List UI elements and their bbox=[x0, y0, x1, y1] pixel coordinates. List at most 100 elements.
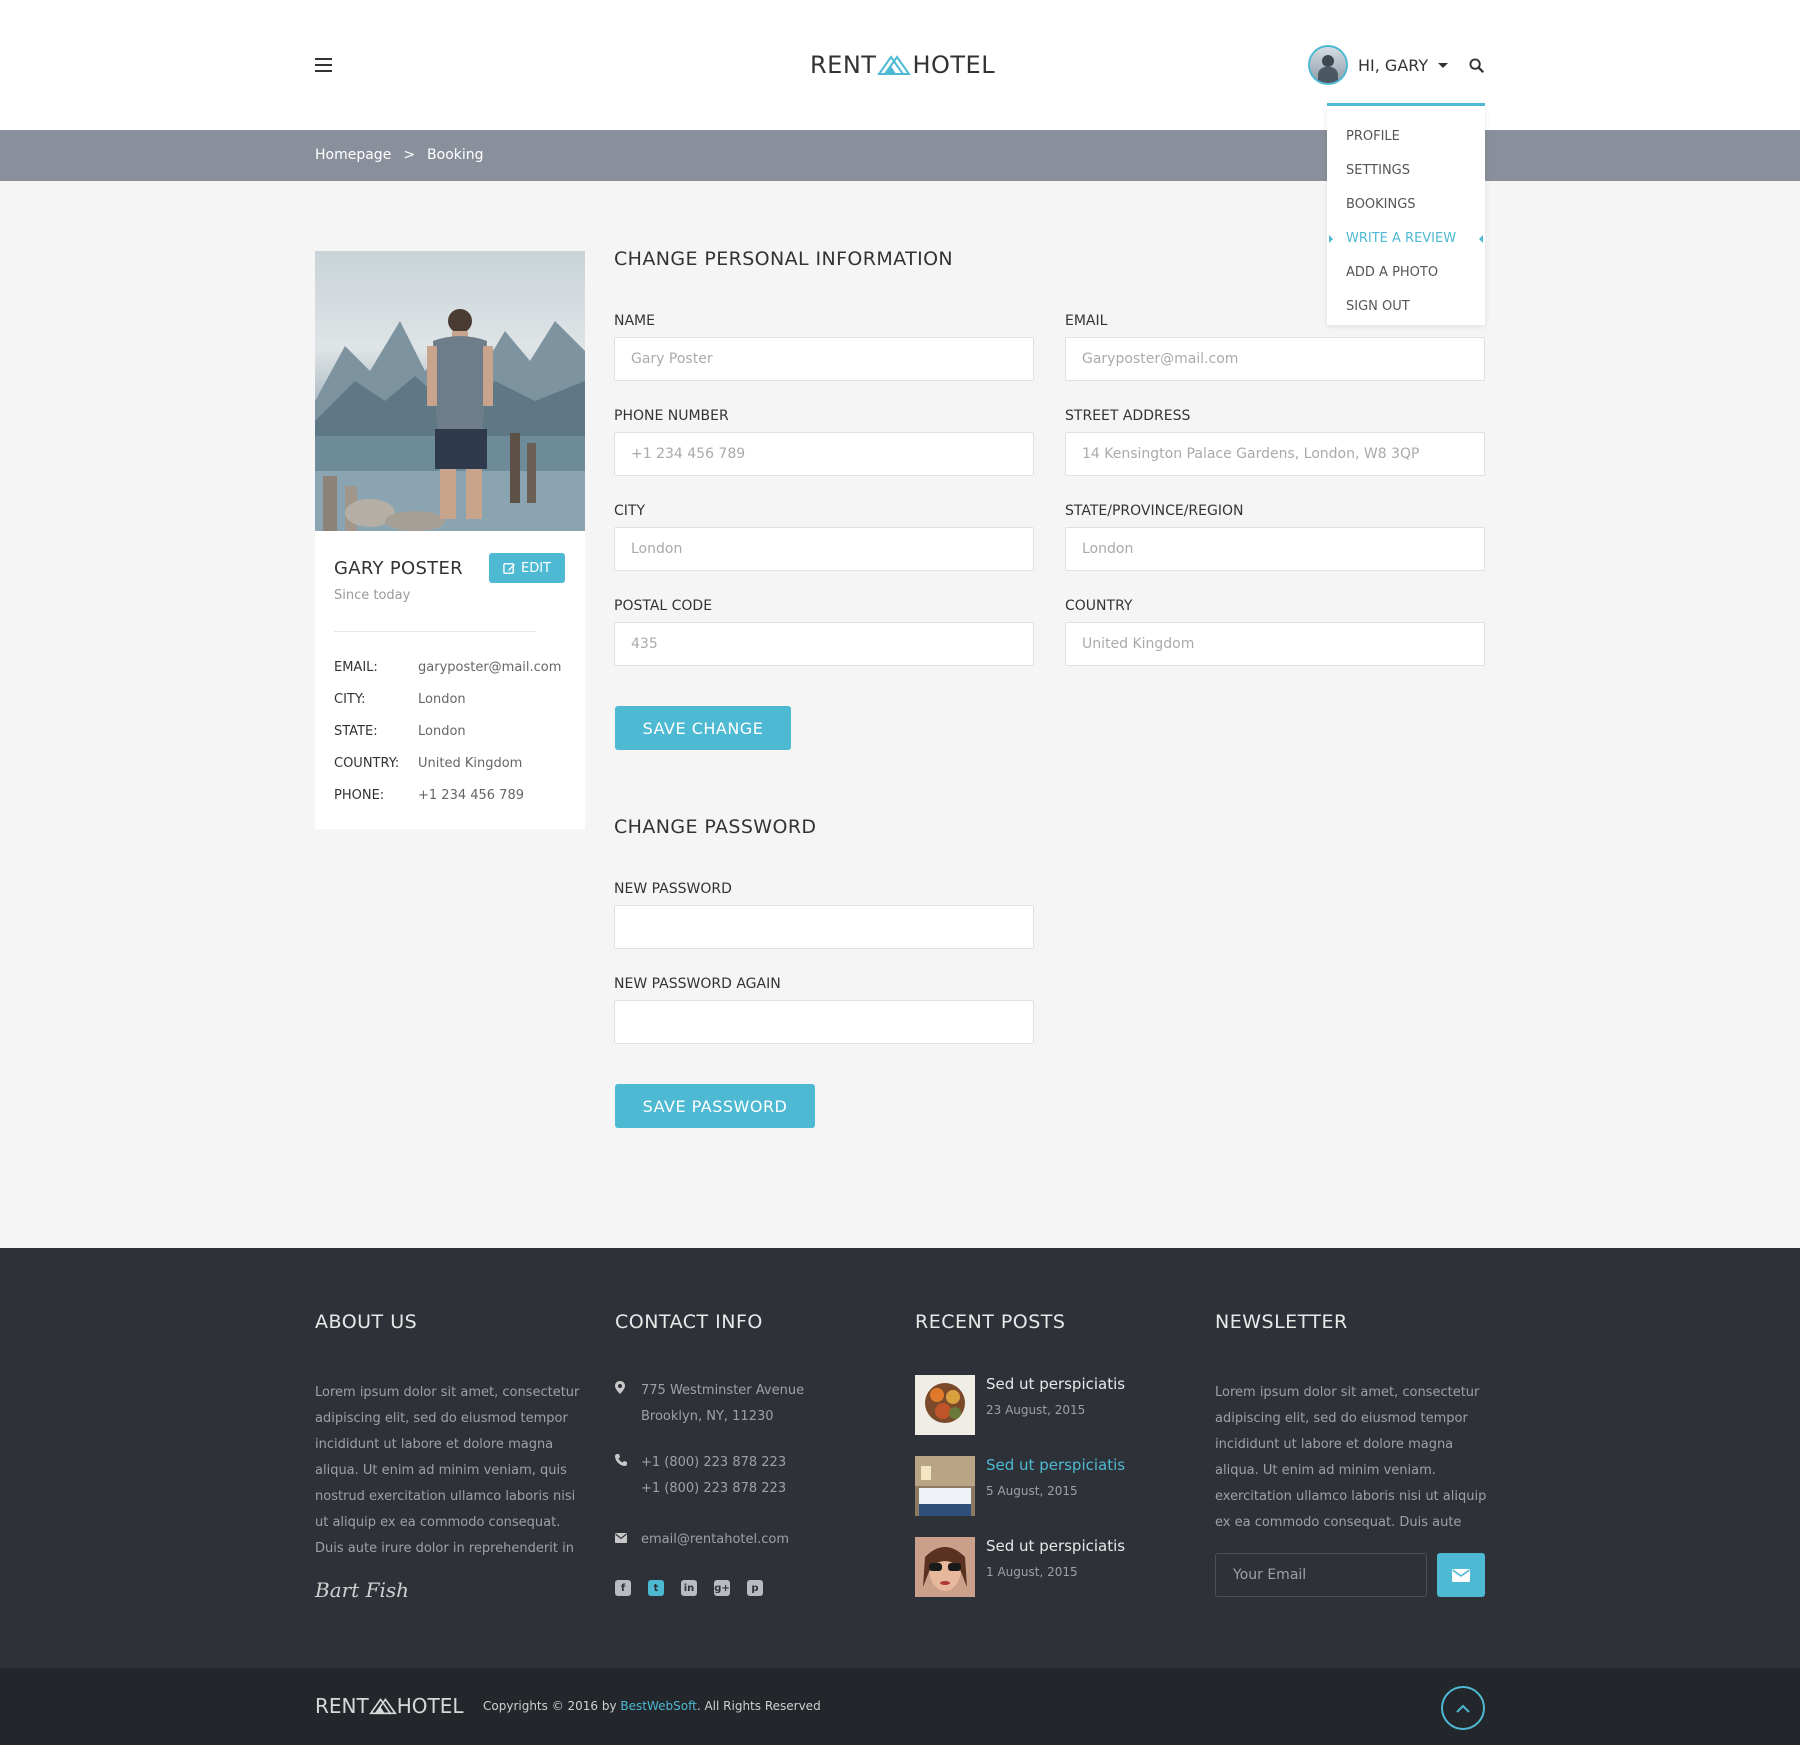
info-key: EMAIL: bbox=[334, 659, 378, 675]
city-field[interactable]: London bbox=[614, 527, 1034, 571]
logo-text-right: HOTEL bbox=[396, 1694, 464, 1718]
menu-item-write-review[interactable]: WRITE A REVIEW bbox=[1327, 222, 1485, 256]
info-value: London bbox=[418, 723, 466, 739]
contact-phones: +1 (800) 223 878 223 +1 (800) 223 878 22… bbox=[615, 1450, 786, 1502]
profile-photo-scene bbox=[315, 309, 585, 531]
profile-name: GARY POSTER bbox=[334, 558, 463, 579]
site-header: RENT HOTEL HI, GARY bbox=[0, 0, 1800, 130]
menu-item-add-photo[interactable]: ADD A PHOTO bbox=[1327, 256, 1485, 290]
facebook-icon[interactable]: f bbox=[615, 1580, 631, 1596]
phone-line-2: +1 (800) 223 878 223 bbox=[641, 1481, 787, 1496]
email-field[interactable]: Garyposter@mail.com bbox=[1065, 337, 1485, 381]
recent-posts-title: RECENT POSTS bbox=[915, 1311, 1066, 1333]
breadcrumb: Homepage > Booking bbox=[315, 147, 484, 163]
name-field[interactable]: Gary Poster bbox=[614, 337, 1034, 381]
copyright-brand-link[interactable]: BestWebSoft bbox=[620, 1699, 696, 1713]
menu-item-settings[interactable]: SETTINGS bbox=[1327, 154, 1485, 188]
about-title: ABOUT US bbox=[315, 1311, 418, 1333]
recent-post[interactable]: Sed ut perspiciatis 1 August, 2015 bbox=[915, 1537, 1165, 1597]
contact-email-link[interactable]: email@rentahotel.com bbox=[641, 1527, 789, 1553]
address-line-1: 775 Westminster Avenue bbox=[641, 1383, 805, 1398]
contact-title: CONTACT INFO bbox=[615, 1311, 763, 1333]
address-line-2: Brooklyn, NY, 11230 bbox=[641, 1409, 774, 1424]
divider bbox=[334, 631, 536, 632]
post-title[interactable]: Sed ut perspiciatis bbox=[986, 1537, 1125, 1555]
breadcrumb-bar: Homepage > Booking bbox=[0, 130, 1800, 181]
pinterest-icon[interactable]: p bbox=[747, 1580, 763, 1596]
post-thumbnail[interactable] bbox=[915, 1456, 975, 1516]
twitter-icon[interactable]: t bbox=[648, 1580, 664, 1596]
copyright: Copyrights © 2016 by BestWebSoft. All Ri… bbox=[483, 1699, 821, 1713]
post-title[interactable]: Sed ut perspiciatis bbox=[986, 1375, 1125, 1393]
street-field[interactable]: 14 Kensington Palace Gardens, London, W8… bbox=[1065, 432, 1485, 476]
recent-post[interactable]: Sed ut perspiciatis 23 August, 2015 bbox=[915, 1375, 1165, 1435]
personal-info-title: CHANGE PERSONAL INFORMATION bbox=[614, 248, 954, 270]
edit-button-label: EDIT bbox=[521, 560, 551, 576]
info-key: CITY: bbox=[334, 691, 366, 707]
post-date: 1 August, 2015 bbox=[986, 1565, 1078, 1579]
signature: Bart Fish bbox=[315, 1578, 409, 1602]
menu-item-bookings[interactable]: BOOKINGS bbox=[1327, 188, 1485, 222]
postal-label: POSTAL CODE bbox=[614, 598, 713, 614]
contact-address: 775 Westminster Avenue Brooklyn, NY, 112… bbox=[615, 1378, 804, 1430]
avatar[interactable] bbox=[1308, 45, 1348, 85]
post-thumbnail[interactable] bbox=[915, 1375, 975, 1435]
state-label: STATE/PROVINCE/REGION bbox=[1065, 503, 1244, 519]
email-label: EMAIL bbox=[1065, 313, 1108, 329]
state-field[interactable]: London bbox=[1065, 527, 1485, 571]
save-password-button[interactable]: SAVE PASSWORD bbox=[615, 1084, 815, 1128]
site-footer: ABOUT US Lorem ipsum dolor sit amet, con… bbox=[0, 1248, 1800, 1668]
newsletter-email-input[interactable]: Your Email bbox=[1215, 1553, 1427, 1597]
postal-field[interactable]: 435 bbox=[614, 622, 1034, 666]
google-plus-icon[interactable]: g+ bbox=[714, 1580, 730, 1596]
envelope-icon bbox=[1452, 1568, 1470, 1582]
caret-down-icon[interactable] bbox=[1438, 62, 1449, 68]
menu-item-sign-out[interactable]: SIGN OUT bbox=[1327, 290, 1485, 324]
info-key: COUNTRY: bbox=[334, 755, 400, 771]
post-title[interactable]: Sed ut perspiciatis bbox=[986, 1456, 1125, 1474]
menu-item-profile[interactable]: PROFILE bbox=[1327, 120, 1485, 154]
newsletter-text: Lorem ipsum dolor sit amet, consectetur … bbox=[1215, 1385, 1487, 1530]
info-row-email: EMAIL: garyposter@mail.com bbox=[334, 651, 574, 683]
country-field[interactable]: United Kingdom bbox=[1065, 622, 1485, 666]
profile-photo bbox=[315, 251, 585, 531]
edit-profile-button[interactable]: EDIT bbox=[489, 553, 565, 583]
post-thumbnail[interactable] bbox=[915, 1537, 975, 1597]
info-key: PHONE: bbox=[334, 787, 385, 803]
social-links: f t in g+ p bbox=[615, 1580, 763, 1596]
menu-icon[interactable] bbox=[315, 58, 332, 72]
change-password-title: CHANGE PASSWORD bbox=[614, 816, 817, 838]
site-logo[interactable]: RENT HOTEL bbox=[810, 50, 995, 80]
recent-post[interactable]: Sed ut perspiciatis 5 August, 2015 bbox=[915, 1456, 1165, 1516]
linkedin-icon[interactable]: in bbox=[681, 1580, 697, 1596]
newsletter-title: NEWSLETTER bbox=[1215, 1311, 1348, 1333]
info-value: +1 234 456 789 bbox=[418, 787, 524, 803]
new-password-field[interactable] bbox=[614, 905, 1034, 949]
back-to-top-button[interactable] bbox=[1441, 1686, 1485, 1730]
info-value: United Kingdom bbox=[418, 755, 523, 771]
phone-field[interactable]: +1 234 456 789 bbox=[614, 432, 1034, 476]
search-icon[interactable] bbox=[1469, 58, 1484, 73]
bottom-bar: RENT HOTEL Copyrights © 2016 by BestWebS… bbox=[0, 1668, 1800, 1745]
newsletter-submit-button[interactable] bbox=[1437, 1553, 1485, 1597]
new-password-again-label: NEW PASSWORD AGAIN bbox=[614, 976, 781, 992]
new-password-again-field[interactable] bbox=[614, 1000, 1034, 1044]
logo-text-right: HOTEL bbox=[912, 51, 996, 79]
city-label: CITY bbox=[614, 503, 646, 519]
user-dropdown-menu: PROFILE SETTINGS BOOKINGS WRITE A REVIEW… bbox=[1327, 103, 1485, 325]
info-value: London bbox=[418, 691, 466, 707]
user-greeting[interactable]: HI, GARY bbox=[1358, 56, 1428, 75]
country-label: COUNTRY bbox=[1065, 598, 1133, 614]
breadcrumb-home-link[interactable]: Homepage bbox=[315, 147, 391, 163]
phone-line-1: +1 (800) 223 878 223 bbox=[641, 1455, 787, 1470]
save-change-button[interactable]: SAVE CHANGE bbox=[615, 706, 791, 750]
about-text: Lorem ipsum dolor sit amet, consectetur … bbox=[315, 1385, 580, 1556]
chevron-up-icon bbox=[1456, 1704, 1470, 1713]
user-menu-toggle[interactable]: HI, GARY bbox=[1308, 45, 1449, 85]
member-since: Since today bbox=[334, 588, 411, 603]
phone-label: PHONE NUMBER bbox=[614, 408, 729, 424]
logo-mountain-icon bbox=[368, 1698, 397, 1715]
street-label: STREET ADDRESS bbox=[1065, 408, 1191, 424]
info-row-country: COUNTRY: United Kingdom bbox=[334, 747, 574, 779]
footer-logo[interactable]: RENT HOTEL bbox=[315, 1694, 464, 1718]
